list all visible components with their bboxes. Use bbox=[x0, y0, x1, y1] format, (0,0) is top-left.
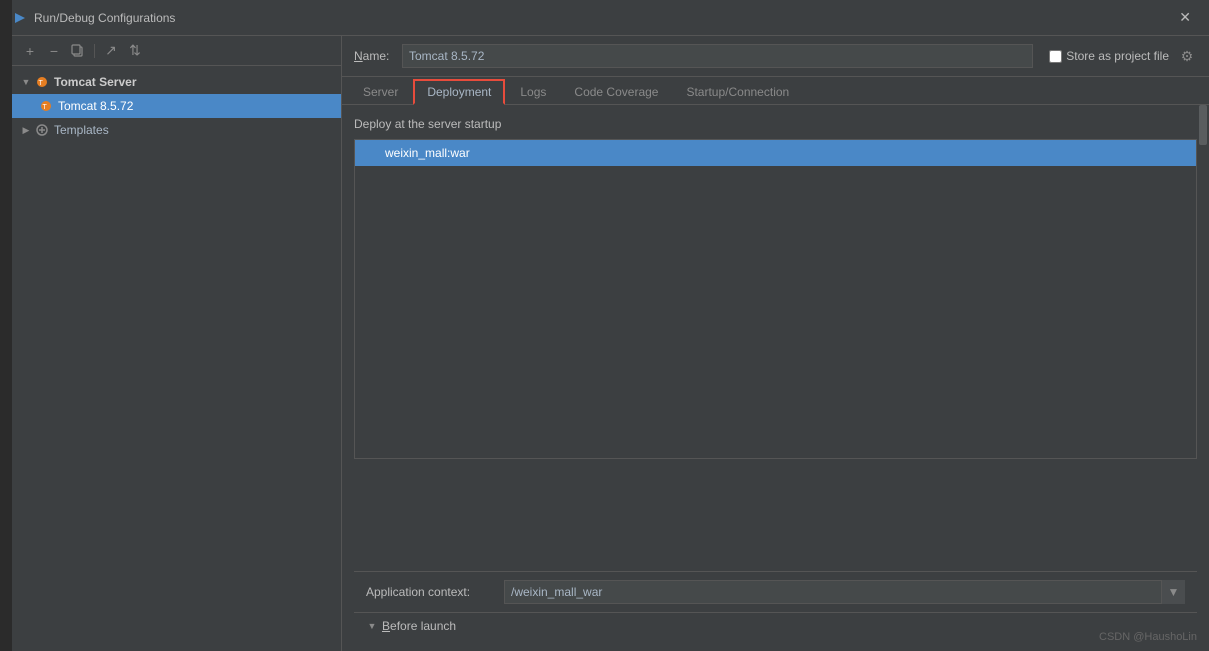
title-bar-title: Run/Debug Configurations bbox=[34, 11, 1173, 25]
name-row: Name: Store as project file ⚙ bbox=[342, 36, 1209, 77]
tree-arrow-tomcat-server: ▼ bbox=[20, 76, 32, 88]
sidebar-toolbar: + − ↗ ⇅ bbox=[12, 36, 341, 66]
deploy-item-text: weixin_mall:war bbox=[385, 146, 470, 160]
toolbar-separator bbox=[94, 44, 95, 58]
main-layout: + − ↗ ⇅ ▼ T bbox=[0, 36, 1209, 651]
tab-deployment-label: Deployment bbox=[427, 85, 491, 99]
tab-server[interactable]: Server bbox=[350, 78, 411, 104]
title-bar: Run/Debug Configurations ✕ bbox=[0, 0, 1209, 36]
sidebar: + − ↗ ⇅ ▼ T bbox=[12, 36, 342, 651]
store-as-project-checkbox[interactable] bbox=[1049, 50, 1062, 63]
app-context-select-wrapper: /weixin_mall_war ▼ bbox=[504, 580, 1185, 604]
gear-button[interactable]: ⚙ bbox=[1177, 46, 1197, 66]
deploy-list-wrapper: weixin_mall:war + bbox=[354, 139, 1197, 459]
tab-code-coverage[interactable]: Code Coverage bbox=[561, 78, 671, 104]
name-label: Name: bbox=[354, 49, 394, 63]
sidebar-item-tomcat-8572[interactable]: T Tomcat 8.5.72 bbox=[12, 94, 341, 118]
sort-button[interactable]: ⇅ bbox=[125, 41, 145, 61]
svg-text:T: T bbox=[43, 104, 48, 111]
tab-logs-label: Logs bbox=[520, 85, 546, 99]
tab-code-coverage-label: Code Coverage bbox=[574, 85, 658, 99]
deploy-item-icon bbox=[363, 145, 379, 161]
app-context-label: Application context: bbox=[366, 585, 496, 599]
svg-text:T: T bbox=[39, 80, 44, 87]
store-checkbox-area: Store as project file bbox=[1049, 49, 1169, 63]
tab-server-label: Server bbox=[363, 85, 398, 99]
sidebar-item-label-templates: Templates bbox=[54, 123, 109, 137]
deploy-section-title: Deploy at the server startup bbox=[354, 117, 1197, 131]
sidebar-item-tomcat-server[interactable]: ▼ T Tomcat Server bbox=[12, 70, 341, 94]
scrollbar-thumb bbox=[1199, 105, 1207, 145]
deploy-list-area: weixin_mall:war bbox=[354, 139, 1197, 459]
content-area: Name: Store as project file ⚙ Server Dep… bbox=[342, 36, 1209, 651]
add-config-button[interactable]: + bbox=[20, 41, 40, 61]
before-launch-row: ▼ Before launch bbox=[354, 612, 1197, 639]
tree-arrow-templates: ▶ bbox=[20, 124, 32, 136]
close-button[interactable]: ✕ bbox=[1173, 7, 1197, 28]
title-bar-icon bbox=[12, 10, 28, 26]
tab-startup-connection[interactable]: Startup/Connection bbox=[673, 78, 802, 104]
tab-logs[interactable]: Logs bbox=[507, 78, 559, 104]
watermark: CSDN @HaushoLin bbox=[1099, 631, 1197, 643]
left-edge-strip bbox=[0, 0, 12, 651]
sidebar-item-label-tomcat-8572: Tomcat 8.5.72 bbox=[58, 99, 133, 113]
app-context-row: Application context: /weixin_mall_war ▼ bbox=[354, 571, 1197, 612]
move-up-button[interactable]: ↗ bbox=[101, 41, 121, 61]
tab-startup-connection-label: Startup/Connection bbox=[686, 85, 789, 99]
sidebar-tree: ▼ T Tomcat Server T bbox=[12, 66, 341, 651]
name-input[interactable] bbox=[402, 44, 1033, 68]
tomcat-8572-icon: T bbox=[38, 98, 54, 114]
sidebar-item-templates[interactable]: ▶ Templates bbox=[12, 118, 341, 142]
copy-config-button[interactable] bbox=[68, 41, 88, 61]
tab-deployment[interactable]: Deployment bbox=[413, 79, 505, 105]
deploy-item-weixin-mall-war[interactable]: weixin_mall:war bbox=[355, 140, 1196, 166]
deployment-content: Deploy at the server startup bbox=[342, 105, 1209, 651]
tabs-row: Server Deployment Logs Code Coverage Sta… bbox=[342, 77, 1209, 105]
remove-config-button[interactable]: − bbox=[44, 41, 64, 61]
tomcat-server-icon: T bbox=[34, 74, 50, 90]
store-as-project-label: Store as project file bbox=[1066, 49, 1169, 63]
before-launch-arrow-icon: ▼ bbox=[366, 620, 378, 632]
scrollbar[interactable] bbox=[1199, 105, 1209, 651]
app-context-select[interactable]: /weixin_mall_war bbox=[504, 580, 1185, 604]
before-launch-label: Before launch bbox=[382, 619, 456, 633]
templates-icon bbox=[34, 122, 50, 138]
sidebar-item-label-tomcat-server: Tomcat Server bbox=[54, 75, 136, 89]
